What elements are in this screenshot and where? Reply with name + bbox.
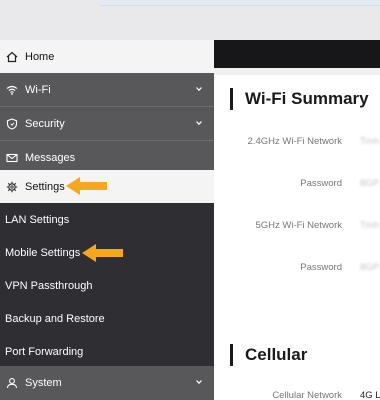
sidebar-item-backup-restore[interactable]: Backup and Restore [0, 302, 214, 335]
wifi-icon [5, 83, 19, 97]
sidebar-item-label: Messages [25, 151, 76, 164]
wifi-5ghz-value: Tmh [360, 220, 379, 231]
sidebar-item-home[interactable]: Home [0, 40, 214, 73]
highlight-arrow-icon [82, 244, 123, 262]
wifi-5ghz-label: 5GHz Wi-Fi Network [255, 220, 342, 231]
cellular-network-label: Cellular Network [272, 390, 342, 400]
sidebar-item-wifi[interactable]: Wi-Fi [0, 73, 214, 106]
cellular-network-value: 4G L [360, 390, 380, 400]
sidebar-item-label: Settings [25, 180, 65, 193]
sidebar-item-label: Port Forwarding [5, 345, 84, 358]
wifi-24ghz-label: 2.4GHz Wi-Fi Network [247, 136, 342, 147]
envelope-icon [5, 151, 19, 165]
highlight-arrow-icon [66, 177, 107, 195]
header-bar [214, 40, 380, 68]
sidebar-item-label: System [25, 377, 62, 389]
sidebar-item-label: LAN Settings [5, 213, 70, 226]
sidebar: Home Wi-Fi Security Messages Settings LA… [0, 40, 214, 400]
wifi-24ghz-password-label: Password [300, 178, 342, 189]
sidebar-item-label: Mobile Settings [5, 246, 81, 259]
gear-icon [5, 180, 19, 194]
chevron-down-icon [196, 121, 202, 126]
chevron-down-icon [196, 380, 202, 385]
browser-top-bar [0, 0, 380, 40]
wifi-5ghz-password-label: Password [300, 262, 342, 273]
sidebar-item-security[interactable]: Security [0, 107, 214, 140]
wifi-5ghz-password-value: 8GP [360, 262, 380, 273]
user-icon [5, 376, 19, 390]
sidebar-item-label: Security [25, 117, 65, 130]
sidebar-item-vpn-passthrough[interactable]: VPN Passthrough [0, 269, 214, 302]
sidebar-item-label: VPN Passthrough [5, 279, 93, 292]
sidebar-item-port-forwarding[interactable]: Port Forwarding [0, 335, 214, 368]
sidebar-item-lan-settings[interactable]: LAN Settings [0, 203, 214, 236]
wifi-24ghz-password-value: 8GP [360, 178, 380, 189]
sidebar-item-label: Backup and Restore [5, 312, 105, 325]
shield-icon [5, 117, 19, 131]
main-content: Wi-Fi Summary 2.4GHz Wi-Fi Network Tmh P… [214, 40, 380, 400]
sidebar-item-label: Wi-Fi [25, 83, 51, 96]
wifi-24ghz-value: Tmh [360, 136, 379, 147]
sidebar-item-system[interactable]: System [0, 366, 214, 400]
cellular-title: Cellular [230, 344, 307, 366]
cellular-card: Cellular Cellular Network 4G L [214, 333, 380, 400]
sidebar-item-label: Home [25, 50, 55, 63]
chevron-down-icon [196, 87, 202, 92]
home-icon [5, 50, 19, 64]
wifi-summary-title: Wi-Fi Summary [230, 88, 369, 110]
address-strip [100, 0, 380, 6]
wifi-summary-card: Wi-Fi Summary 2.4GHz Wi-Fi Network Tmh P… [214, 75, 380, 343]
